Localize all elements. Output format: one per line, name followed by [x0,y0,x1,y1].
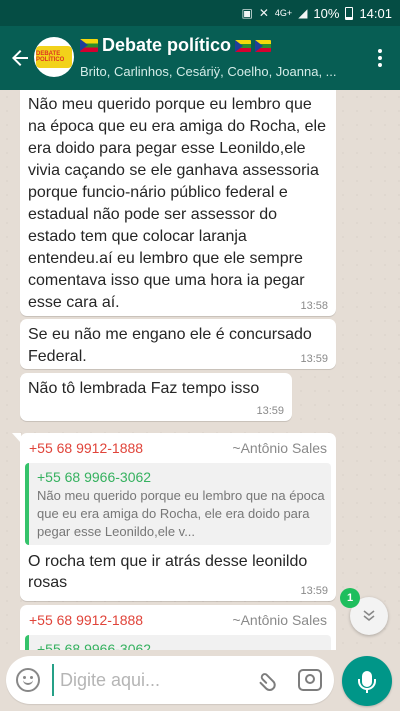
sender-name: ~Antônio Sales [232,440,327,456]
chevron-down-icon [363,610,375,622]
mic-icon [358,671,376,693]
group-name: Debate político [102,35,232,55]
sender-name: ~Antônio Sales [232,612,327,628]
camera-icon[interactable] [298,669,322,691]
flag-icon [255,39,272,52]
message-time: 13:59 [300,585,328,597]
mute-icon: ✕ [258,6,269,20]
clock: 14:01 [359,5,392,21]
unread-badge: 1 [340,588,360,608]
composer [6,656,334,704]
message-text: Não tô lembrada Faz tempo isso [28,380,260,397]
reply-message-bubble[interactable]: +55 68 9912-1888 ~Antônio Sales +55 68 9… [12,433,336,601]
signal-icon: ◢ [298,6,308,20]
quoted-message[interactable]: +55 68 9966-3062 [25,635,331,650]
emoji-icon[interactable] [16,668,40,692]
battery-percent: 10% [313,5,340,21]
sender-phone[interactable]: +55 68 9912-1888 [29,611,143,629]
message-time: 13:59 [256,405,284,417]
more-options-icon[interactable] [368,44,392,72]
attach-icon[interactable] [250,661,288,699]
message-bubble[interactable]: Não tô lembrada Faz tempo isso 13:59 [20,373,292,421]
sender-row: +55 68 9912-1888 ~Antônio Sales [25,439,331,457]
message-input[interactable] [52,664,242,696]
back-arrow-icon[interactable] [6,42,34,74]
quoted-message[interactable]: +55 68 9966-3062 Não meu querido porque … [25,463,331,545]
sender-row: +55 68 9912-1888 ~Antônio Sales [25,611,331,629]
network-type: 4G+ [274,7,293,18]
status-bar: ▣ ✕ 4G+ ◢ 10% 14:01 [0,0,400,26]
battery-icon [345,6,354,20]
message-bubble[interactable]: Se eu não me engano ele é concursado Fed… [20,319,336,369]
message-text: O rocha tem que ir atrás desse leonildo … [28,553,308,591]
group-avatar[interactable]: DEBATE POLÍTICO [34,37,74,77]
message-text: Se eu não me engano ele é concursado Fed… [28,326,312,365]
message-text: Não meu querido porque eu lembro que na … [28,96,326,311]
chat-title[interactable]: Debate político [80,35,272,56]
reply-message-bubble[interactable]: +55 68 9912-1888 ~Antônio Sales +55 68 9… [20,605,336,650]
mic-button[interactable] [342,656,392,706]
message-time: 13:59 [300,353,328,365]
message-list[interactable]: Não meu querido porque eu lembro que na … [0,90,400,650]
group-members: Brito, Carlinhos, Cesáriÿ, Coelho, Joann… [80,64,337,79]
save-data-icon: ▣ [241,6,253,20]
sender-phone[interactable]: +55 68 9912-1888 [29,439,143,457]
quoted-sender: +55 68 9966-3062 [37,641,152,650]
chat-header[interactable]: DEBATE POLÍTICO Debate político Brito, C… [0,26,400,90]
quoted-sender: +55 68 9966-3062 [37,469,152,485]
message-time: 13:58 [300,300,328,312]
flag-icon [80,39,98,52]
avatar-logo: DEBATE POLÍTICO [36,46,72,68]
flag-icon [235,39,252,52]
quoted-text: Não meu querido porque eu lembro que na … [37,488,325,539]
message-bubble[interactable]: Não meu querido porque eu lembro que na … [20,90,336,316]
